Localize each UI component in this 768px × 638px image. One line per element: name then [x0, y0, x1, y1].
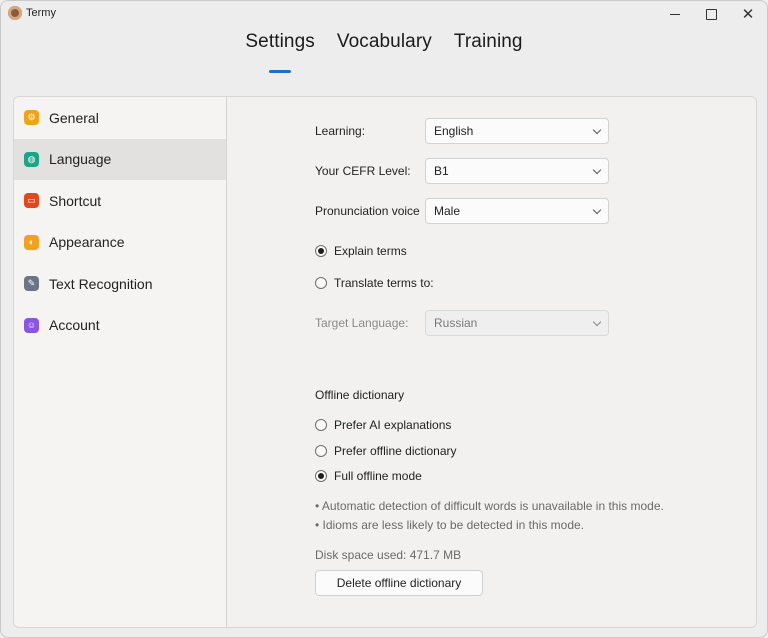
disk-space-used: Disk space used: 471.7 MB	[315, 548, 462, 562]
explain-terms-label: Explain terms	[334, 244, 407, 258]
full-offline-mode-radio[interactable]: Full offline mode	[315, 469, 422, 483]
language-settings-content: Learning: English Your CEFR Level: B1 Pr…	[227, 97, 756, 627]
prefer-offline-dictionary-label: Prefer offline dictionary	[334, 444, 457, 458]
sidebar-item-label: Appearance	[49, 234, 125, 251]
app-logo-icon	[8, 6, 22, 20]
learning-select[interactable]: English	[425, 118, 609, 144]
sidebar-item-language[interactable]: ◍ Language	[14, 138, 226, 180]
pen-icon: ✎	[24, 276, 39, 292]
cefr-level-label: Your CEFR Level:	[315, 164, 411, 178]
prefer-ai-explanations-radio[interactable]: Prefer AI explanations	[315, 418, 451, 432]
translate-terms-radio[interactable]: Translate terms to:	[315, 276, 434, 290]
translate-terms-label: Translate terms to:	[334, 276, 434, 290]
learning-select-value: English	[434, 124, 474, 138]
radio-indicator	[315, 445, 327, 457]
globe-icon: ◍	[24, 151, 39, 167]
full-offline-mode-label: Full offline mode	[334, 469, 422, 483]
keyboard-icon: ▭	[24, 193, 39, 209]
chevron-down-icon	[592, 165, 602, 175]
minimize-button[interactable]	[657, 1, 693, 27]
radio-indicator	[315, 470, 327, 482]
settings-sidebar: ⚙ General ◍ Language ▭ Shortcut ◐ Appear…	[14, 97, 227, 627]
gear-icon: ⚙	[24, 110, 39, 126]
sidebar-item-label: Account	[49, 317, 100, 334]
prefer-offline-dictionary-radio[interactable]: Prefer offline dictionary	[315, 444, 457, 458]
target-language-select: Russian	[425, 310, 609, 336]
top-navigation: Settings Vocabulary Training	[1, 31, 767, 63]
learning-label: Learning:	[315, 124, 366, 138]
tab-training[interactable]: Training	[454, 31, 523, 63]
pronunciation-voice-select-value: Male	[434, 204, 461, 218]
maximize-button[interactable]	[693, 1, 729, 27]
chevron-down-icon	[592, 205, 602, 215]
pronunciation-voice-label: Pronunciation voice	[315, 204, 420, 218]
title-bar: Termy ✕	[1, 1, 767, 27]
sidebar-item-appearance[interactable]: ◐ Appearance	[14, 222, 226, 264]
palette-icon: ◐	[24, 234, 39, 250]
sidebar-item-account[interactable]: ☺ Account	[14, 305, 226, 347]
target-language-label: Target Language:	[315, 316, 409, 330]
user-icon: ☺	[24, 317, 39, 333]
radio-indicator	[315, 277, 327, 289]
minimize-icon	[670, 13, 680, 15]
radio-indicator	[315, 419, 327, 431]
cefr-level-select[interactable]: B1	[425, 158, 609, 184]
tab-vocabulary[interactable]: Vocabulary	[337, 31, 432, 63]
close-icon: ✕	[741, 5, 755, 23]
chevron-down-icon	[592, 125, 602, 135]
explain-terms-radio[interactable]: Explain terms	[315, 244, 407, 258]
offline-note-idioms: • Idioms are less likely to be detected …	[315, 518, 584, 532]
offline-note-detection: • Automatic detection of difficult words…	[315, 499, 664, 513]
sidebar-item-general[interactable]: ⚙ General	[14, 97, 226, 139]
sidebar-item-label: Language	[49, 151, 112, 168]
sidebar-item-label: General	[49, 109, 99, 126]
sidebar-item-text-recognition[interactable]: ✎ Text Recognition	[14, 263, 226, 305]
delete-offline-dictionary-button[interactable]: Delete offline dictionary	[315, 570, 483, 596]
app-title: Termy	[26, 7, 56, 19]
settings-panel: ⚙ General ◍ Language ▭ Shortcut ◐ Appear…	[13, 96, 757, 628]
sidebar-item-label: Text Recognition	[49, 275, 153, 292]
prefer-ai-explanations-label: Prefer AI explanations	[334, 418, 452, 432]
radio-indicator	[315, 245, 327, 257]
cefr-level-select-value: B1	[434, 164, 449, 178]
target-language-select-value: Russian	[434, 316, 478, 330]
sidebar-item-label: Shortcut	[49, 192, 102, 209]
tab-settings[interactable]: Settings	[245, 31, 314, 63]
maximize-icon	[705, 8, 717, 20]
close-button[interactable]: ✕	[730, 1, 766, 27]
sidebar-item-shortcut[interactable]: ▭ Shortcut	[14, 180, 226, 222]
app-window: Termy ✕ Settings Vocabulary Training ⚙ G…	[0, 0, 768, 638]
offline-dictionary-title: Offline dictionary	[315, 388, 405, 402]
chevron-down-icon	[592, 317, 602, 327]
pronunciation-voice-select[interactable]: Male	[425, 198, 609, 224]
